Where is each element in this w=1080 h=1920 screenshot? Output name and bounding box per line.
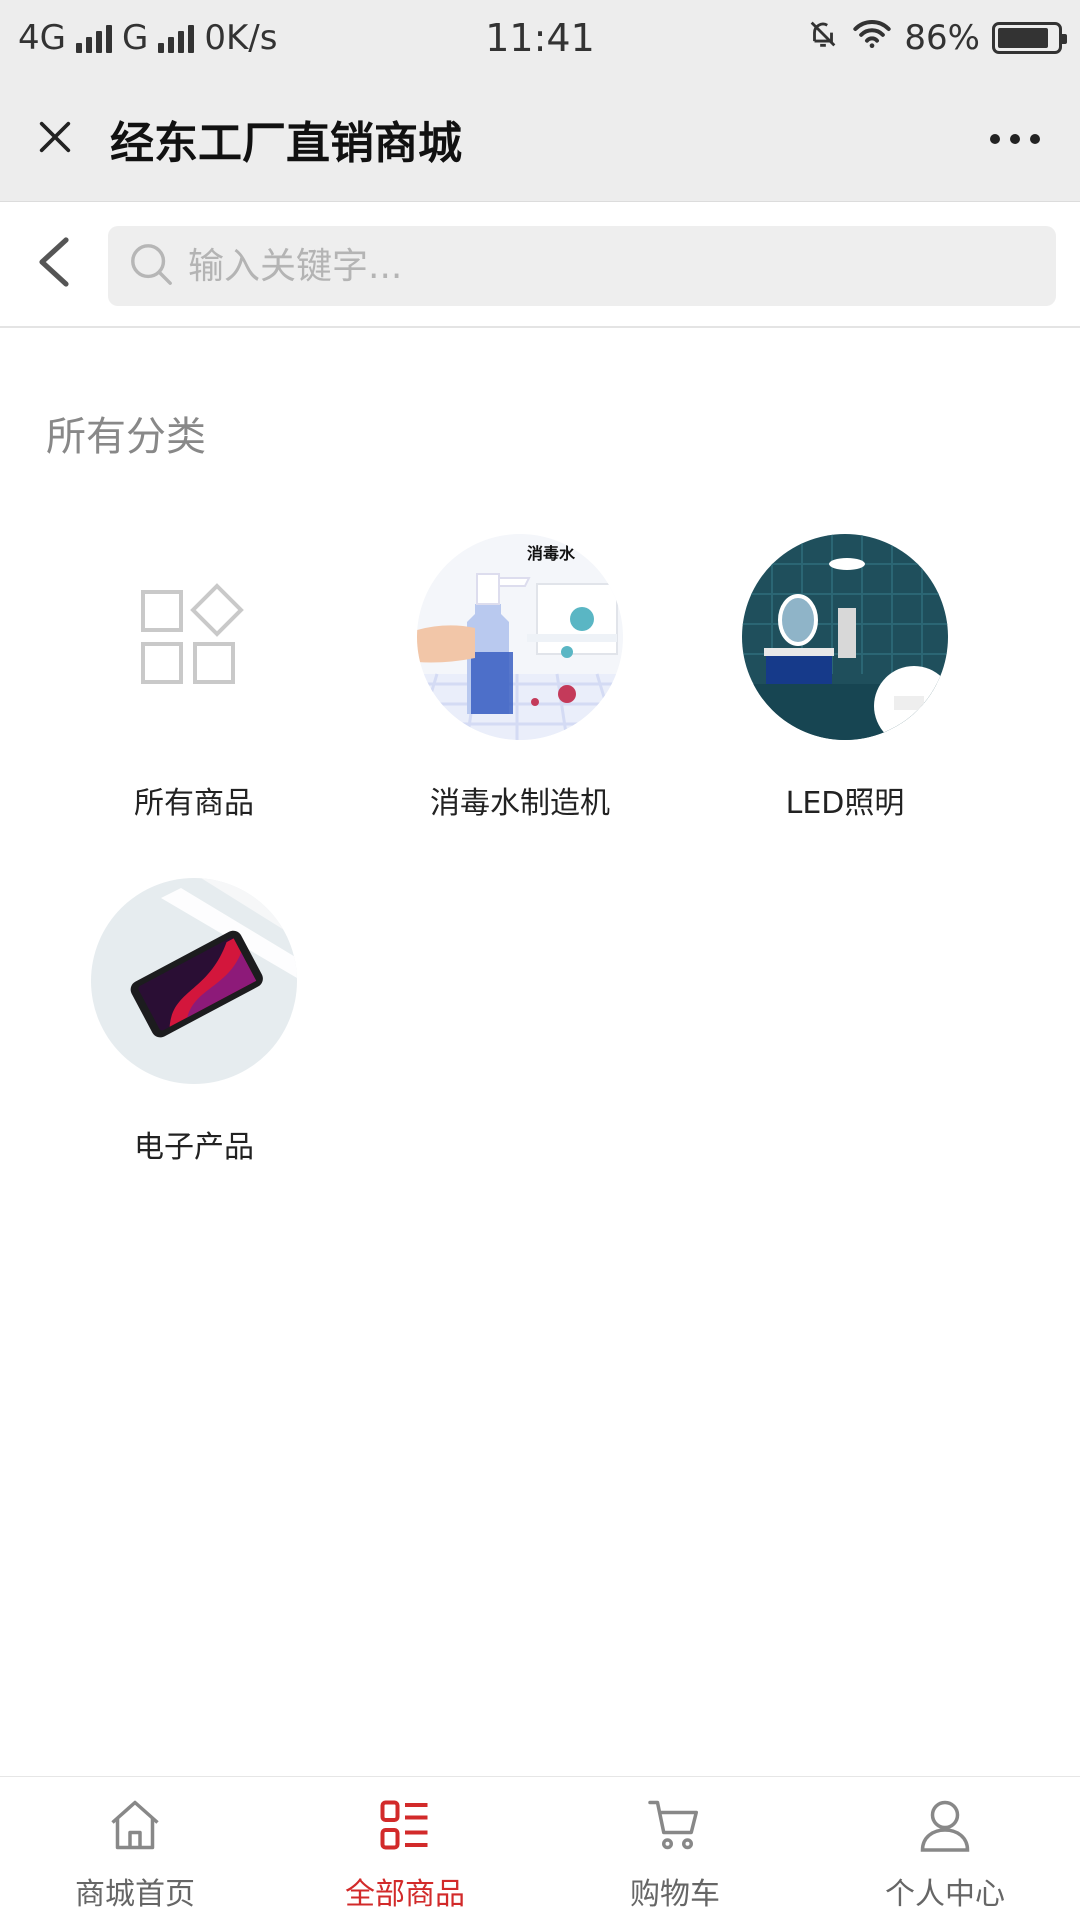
network-type-label: 4G [18, 18, 66, 58]
home-icon [105, 1795, 165, 1859]
search-icon [128, 241, 174, 291]
tab-label: 全部商品 [345, 1877, 465, 1912]
title-bar: 经东工厂直销商城 [0, 76, 1080, 202]
category-label: 电子产品 [134, 1130, 254, 1165]
image-caption: 消毒水 [527, 544, 576, 563]
status-left: 4G G 0K/s [18, 18, 277, 58]
tab-profile[interactable]: 个人中心 [810, 1777, 1080, 1920]
back-button[interactable] [0, 201, 108, 327]
bathroom-image [742, 534, 948, 740]
category-label: 所有商品 [134, 786, 254, 821]
category-disinfectant-machine[interactable]: 消毒水 消毒水制造机 [358, 534, 682, 822]
smartphone-image [91, 878, 297, 1084]
page-title: 经东工厂直销商城 [110, 117, 462, 169]
close-icon [35, 117, 75, 161]
status-bar: 4G G 0K/s 11:41 86% [0, 0, 1080, 76]
tab-cart[interactable]: 购物车 [540, 1777, 810, 1920]
tab-all-products[interactable]: 全部商品 [270, 1777, 540, 1920]
search-input[interactable] [188, 245, 988, 287]
signal-icon [75, 23, 112, 53]
close-button[interactable] [0, 76, 110, 202]
grid-icon [91, 534, 297, 740]
tab-home[interactable]: 商城首页 [0, 1777, 270, 1920]
category-all-products[interactable]: 所有商品 [32, 534, 356, 822]
wifi-icon [852, 17, 892, 60]
signal-icon-2 [158, 23, 195, 53]
spray-bottle-image: 消毒水 [417, 534, 623, 740]
search-row [0, 202, 1080, 328]
category-label: LED照明 [785, 786, 905, 821]
battery-icon [992, 22, 1067, 54]
more-dots-icon [990, 134, 1000, 144]
network-type-label-2: G [121, 18, 149, 58]
status-right: 86% [806, 17, 1067, 60]
battery-percent: 86% [904, 18, 980, 58]
cart-icon [645, 1795, 705, 1859]
more-button[interactable] [990, 76, 1040, 202]
tab-label: 商城首页 [75, 1877, 195, 1912]
tab-label: 购物车 [630, 1877, 720, 1912]
chevron-left-icon [36, 236, 72, 292]
category-led-lighting[interactable]: LED照明 [683, 534, 1007, 822]
category-list-icon [375, 1795, 435, 1859]
tab-label: 个人中心 [885, 1877, 1005, 1912]
search-box[interactable] [108, 226, 1056, 306]
network-speed: 0K/s [204, 18, 278, 58]
user-icon [915, 1795, 975, 1859]
bottom-tab-bar: 商城首页 全部商品 购物车 个人中心 [0, 1776, 1080, 1920]
section-title: 所有分类 [46, 414, 206, 460]
mute-bell-icon [806, 17, 840, 60]
category-label: 消毒水制造机 [430, 786, 610, 821]
category-electronics[interactable]: 电子产品 [32, 878, 356, 1166]
